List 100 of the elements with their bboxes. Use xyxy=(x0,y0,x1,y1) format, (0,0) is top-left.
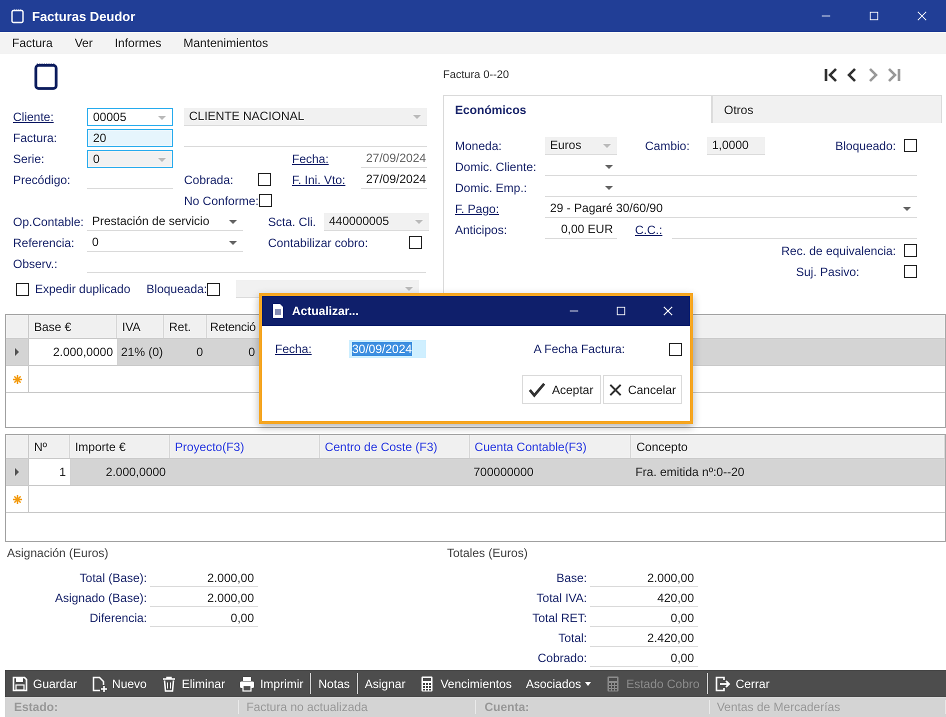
dropdown-arrow-icon xyxy=(158,158,166,162)
dialog-button[interactable]: Cancelar xyxy=(603,375,682,404)
field-label[interactable]: F. Pago: xyxy=(455,202,545,216)
new-document-icon xyxy=(91,676,108,692)
column-header[interactable]: Proyecto(F3) xyxy=(170,435,320,458)
total-label: Asignado (Base): xyxy=(54,591,148,605)
window-title: Facturas Deudor xyxy=(32,8,136,24)
dropdown-arrow-icon xyxy=(605,186,613,190)
tab[interactable]: Otros xyxy=(712,95,942,123)
table-cell-text: 0 xyxy=(247,344,256,361)
table-cell-text: 21% (0) xyxy=(120,344,164,361)
field-label: Precódigo: xyxy=(13,172,72,186)
total-label: Total (Base): xyxy=(78,571,148,585)
toolbar-button[interactable]: Imprimir xyxy=(232,670,310,697)
row-pointer-icon xyxy=(15,468,19,476)
column-header[interactable]: Importe € xyxy=(70,435,170,458)
field-label[interactable]: Fecha: xyxy=(275,342,349,356)
field-label: Serie: xyxy=(13,152,46,166)
column-header[interactable]: Base € xyxy=(29,315,117,338)
menu-item[interactable]: Mantenimientos xyxy=(183,36,268,50)
field-label: Op.Contable: xyxy=(13,214,85,228)
date-field[interactable]: 27/09/2024 xyxy=(361,150,427,168)
total-value: 0,00 xyxy=(590,609,698,627)
dropdown-field[interactable]: 440000005 xyxy=(324,212,429,230)
checkbox[interactable] xyxy=(258,194,272,207)
total-value: 2.000,00 xyxy=(150,589,258,607)
table-cell: 2.000,0000 xyxy=(29,339,117,365)
menu-item[interactable]: Ver xyxy=(74,36,93,50)
checkbox[interactable] xyxy=(258,173,271,186)
field-label: Domic. Cliente: xyxy=(455,160,538,174)
dropdown-field[interactable]: 29 - Pagaré 30/60/90 xyxy=(545,200,917,218)
dialog-button[interactable]: Aceptar xyxy=(522,375,601,404)
checkbox-label: Bloqueado: xyxy=(835,138,896,152)
total-value: 2.000,00 xyxy=(590,569,698,587)
field-label[interactable]: F. Ini. Vto: xyxy=(292,172,361,186)
checkbox[interactable] xyxy=(904,139,917,152)
dropdown-field[interactable]: 0 xyxy=(87,150,173,168)
total-value: 2.000,00 xyxy=(150,569,258,587)
dropdown-arrow-icon xyxy=(603,144,611,148)
close-icon[interactable] xyxy=(917,11,927,21)
nav-arrow-icon[interactable] xyxy=(823,66,839,82)
column-header[interactable]: Concepto xyxy=(631,435,946,458)
checkbox[interactable] xyxy=(669,342,682,356)
tab[interactable]: Económicos xyxy=(443,95,712,123)
total-value: 2.420,00 xyxy=(590,629,698,647)
total-label: Total RET: xyxy=(531,611,588,625)
save-icon xyxy=(12,676,28,692)
total-label: Base: xyxy=(555,571,588,585)
checkbox-label: Bloqueada: xyxy=(146,282,208,296)
column-header[interactable]: IVA xyxy=(117,315,164,338)
toolbar-button[interactable]: Asignar xyxy=(358,670,412,697)
dropdown-field[interactable]: CLIENTE NACIONAL xyxy=(184,108,427,126)
new-row-icon xyxy=(12,374,22,384)
calculator-icon xyxy=(419,676,436,692)
toolbar-button[interactable]: Notas xyxy=(311,670,357,697)
dropdown-field[interactable]: Euros xyxy=(545,136,617,154)
status-value: Factura no actualizada xyxy=(239,700,476,714)
toolbar-button[interactable]: Eliminar xyxy=(154,670,232,697)
checkbox[interactable] xyxy=(16,282,29,296)
printer-icon xyxy=(239,676,256,692)
toolbar-button[interactable]: Nuevo xyxy=(84,670,154,697)
checkbox[interactable] xyxy=(207,282,220,296)
column-header[interactable]: Ret. xyxy=(164,315,207,338)
total-label: Total IVA: xyxy=(536,591,588,605)
dropdown-field[interactable]: 0 xyxy=(87,234,243,252)
section-title: Totales (Euros) xyxy=(447,546,529,562)
toolbar-button[interactable]: Cerrar xyxy=(708,670,777,697)
field-label[interactable]: Cliente: xyxy=(13,110,87,124)
status-label: Estado: xyxy=(5,700,240,714)
column-header[interactable]: Nº xyxy=(29,435,70,458)
column-header[interactable]: Retenció xyxy=(207,315,259,338)
total-label: Total: xyxy=(557,631,588,645)
notepad-icon xyxy=(10,8,26,24)
toolbar-button[interactable]: Asociados xyxy=(518,670,598,697)
dropdown-field[interactable]: Prestación de servicio xyxy=(87,212,243,230)
dropdown-field[interactable]: 00005 xyxy=(87,108,173,126)
menu-item[interactable]: Factura xyxy=(12,36,53,50)
dialog-title: Actualizar... xyxy=(292,304,359,318)
field-label[interactable]: C.C.: xyxy=(635,222,672,236)
dropdown-arrow-icon xyxy=(415,220,423,224)
field-label[interactable]: Fecha: xyxy=(292,152,361,166)
calculator-icon xyxy=(605,676,622,692)
input-field[interactable]: 20 xyxy=(87,128,173,146)
checkbox[interactable] xyxy=(904,265,917,278)
input-field[interactable]: 1,0000 xyxy=(707,136,765,154)
checkbox[interactable] xyxy=(904,244,917,257)
maximize-icon[interactable] xyxy=(616,306,626,316)
maximize-icon[interactable] xyxy=(869,11,879,21)
toolbar-button[interactable]: Vencimientos xyxy=(412,670,519,697)
input-field[interactable]: 0,00 EUR xyxy=(545,220,617,238)
column-header[interactable]: Cuenta Contable(F3) xyxy=(470,435,632,458)
table-cell-text: 0 xyxy=(195,344,204,361)
date-field[interactable]: 27/09/2024 xyxy=(361,170,427,188)
close-icon[interactable] xyxy=(663,306,673,316)
column-header[interactable]: Centro de Coste (F3) xyxy=(320,435,470,458)
total-value: 0,00 xyxy=(590,649,698,667)
checkbox[interactable] xyxy=(409,236,422,249)
checkbox-label: Suj. Pasivo: xyxy=(796,264,860,278)
menu-item[interactable]: Informes xyxy=(114,36,162,50)
toolbar-button[interactable]: Guardar xyxy=(5,670,84,697)
